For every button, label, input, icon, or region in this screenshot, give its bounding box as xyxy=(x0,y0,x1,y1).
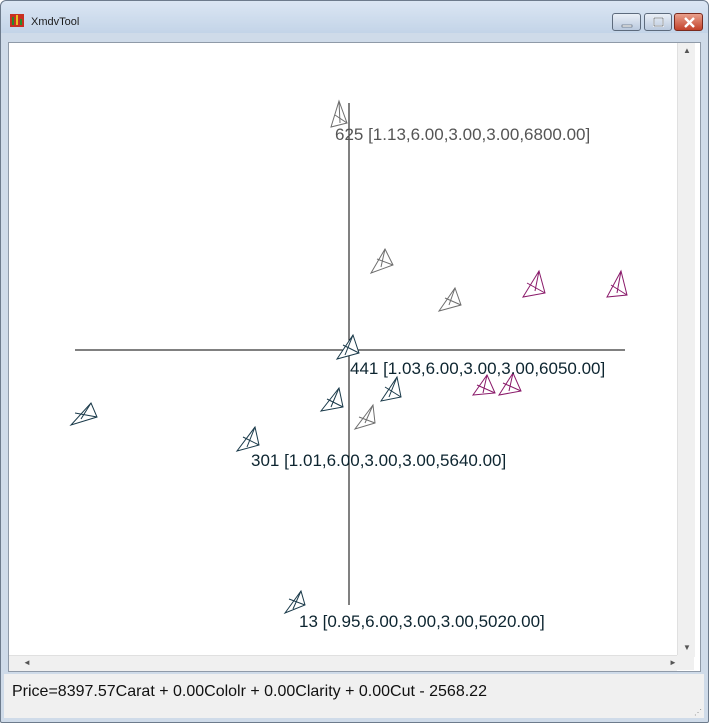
glyph-13[interactable] xyxy=(283,589,306,615)
scrollbar-corner xyxy=(677,655,694,670)
glyph-magenta-3[interactable] xyxy=(471,373,496,396)
label-625: 625 [1.13,6.00,3.00,3.00,6800.00] xyxy=(335,125,590,144)
horizontal-scrollbar[interactable]: ◄ ► xyxy=(9,655,677,671)
glyph-441[interactable] xyxy=(335,333,360,360)
glyph-301[interactable] xyxy=(235,425,260,452)
label-441: 441 [1.03,6.00,3.00,3.00,6050.00] xyxy=(350,359,605,378)
glyph-gray-1[interactable] xyxy=(369,247,394,274)
close-icon xyxy=(684,17,695,28)
minimize-button[interactable] xyxy=(612,13,641,31)
app-icon xyxy=(10,14,24,27)
minimize-icon xyxy=(621,24,633,28)
label-301: 301 [1.01,6.00,3.00,3.00,5640.00] xyxy=(251,451,506,470)
glyph-magenta-1[interactable] xyxy=(521,269,546,298)
glyph-dark-3[interactable] xyxy=(69,402,98,427)
scroll-right-icon[interactable]: ► xyxy=(669,659,677,667)
glyph-625[interactable] xyxy=(330,99,348,128)
window-title: XmdvTool xyxy=(31,16,80,28)
vertical-scrollbar[interactable]: ▲ ▼ xyxy=(677,43,695,657)
scroll-left-icon[interactable]: ◄ xyxy=(23,659,31,667)
glyph-gray-3[interactable] xyxy=(353,403,376,430)
scroll-down-icon[interactable]: ▼ xyxy=(683,644,691,652)
regression-formula: Price=8397.57Carat + 0.00Cololr + 0.00Cl… xyxy=(12,683,487,700)
glyph-dark-1[interactable] xyxy=(379,375,402,402)
glyph-dark-2[interactable] xyxy=(319,386,344,412)
maximize-icon xyxy=(653,17,664,27)
label-13: 13 [0.95,6.00,3.00,3.00,5020.00] xyxy=(299,612,545,631)
close-button[interactable] xyxy=(674,13,703,31)
resize-grip-icon[interactable]: ⋰ xyxy=(694,708,702,717)
glyph-gray-2[interactable] xyxy=(437,286,462,312)
maximize-button[interactable] xyxy=(644,13,672,31)
glyph-magenta-2[interactable] xyxy=(606,269,628,298)
scroll-up-icon[interactable]: ▲ xyxy=(683,47,691,55)
title-bar[interactable]: XmdvTool xyxy=(1,1,708,33)
glyph-plot[interactable]: 625 [1.13,6.00,3.00,3.00,6800.00] 441 [1… xyxy=(9,43,677,655)
